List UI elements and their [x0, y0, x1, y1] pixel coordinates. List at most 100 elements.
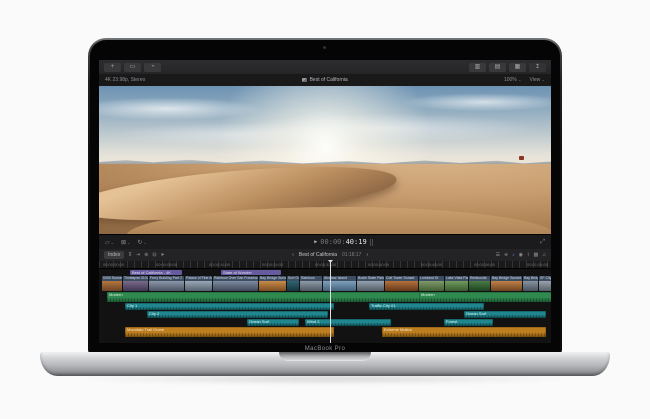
scene-sky [99, 86, 551, 167]
video-clip-thumbnail [102, 281, 122, 291]
waveform [247, 323, 299, 326]
chevron-down-icon: ⌄ [542, 77, 545, 82]
audio-clip[interactable]: Ocean Surf [247, 319, 299, 326]
video-clip[interactable]: Timelapse 0102 [123, 276, 148, 291]
ruler-label: 00:00:40:00 [368, 262, 389, 267]
chevron-down-icon: ⌄ [143, 240, 146, 245]
timeline-tracks: 0000 SunsetTimelapse 0102Ferry Building … [99, 269, 551, 343]
ruler-label: 00:00:48:00 [421, 262, 442, 267]
video-clip[interactable]: Surf Girl [287, 276, 299, 291]
video-clip[interactable]: Rainbow Over San Francisco [213, 276, 258, 291]
audio-meters-icon[interactable] [370, 239, 373, 246]
audio-clip[interactable]: City 2 [147, 311, 328, 318]
transform-tool-button[interactable]: ▱ ⌄ [105, 239, 114, 246]
ruler-label: 00:00:32:00 [315, 262, 336, 267]
connect-edit-button[interactable]: ⊼ [128, 252, 132, 258]
playhead[interactable] [330, 261, 331, 343]
video-clip[interactable]: Ferry Building Part 2 [149, 276, 184, 291]
effect-clip[interactable]: Extreme Motion [382, 327, 546, 337]
fullscreen-button[interactable]: ⤢ [540, 239, 545, 246]
waveform [444, 323, 493, 326]
insert-edit-button[interactable]: ⇥ [136, 252, 140, 258]
viewer-view-menu[interactable]: View ⌄ [530, 77, 546, 83]
video-clip[interactable]: Redwoods [469, 276, 490, 291]
video-clip-thumbnail [539, 281, 551, 291]
video-clip[interactable]: Bay Bridge [523, 276, 538, 291]
video-clip[interactable]: Lombard St [419, 276, 444, 291]
video-clip[interactable]: Alcatraz Island [323, 276, 356, 291]
ruler-label: 00:00:56:00 [474, 262, 495, 267]
viewer-zoom-menu[interactable]: 100% ⌄ [504, 77, 522, 83]
snapping-toggle-button[interactable]: ⌇ [527, 252, 529, 258]
browser-toggle-button[interactable]: ▥ [469, 63, 486, 72]
video-clip[interactable]: Rainbow [300, 276, 322, 291]
video-clip-thumbnail [213, 281, 258, 291]
overwrite-edit-button[interactable]: ⊟ [152, 252, 156, 258]
lid-notch [279, 352, 371, 361]
video-clip[interactable]: Bodie State Park [357, 276, 384, 291]
clip-appearance-button[interactable]: ☰ [496, 252, 500, 258]
waveform [382, 333, 546, 338]
append-edit-button[interactable]: ⊕ [144, 252, 148, 258]
index-button[interactable]: Index [104, 251, 124, 259]
audio-clip[interactable]: Forest [444, 319, 493, 326]
clapperboard-icon [302, 78, 307, 82]
retime-tool-button[interactable]: ↻ ⌄ [137, 239, 146, 246]
viewer-clip-info: 4K 23.98p, Stereo [105, 77, 145, 83]
audio-clip[interactable]: Ocean Surf [464, 311, 546, 318]
video-clip-thumbnail [445, 281, 468, 291]
ruler-label: 00:00:16:00 [209, 262, 230, 267]
audio-clip[interactable]: Traffic City 01 [369, 303, 484, 310]
video-clip-thumbnail [123, 281, 148, 291]
waveform [147, 315, 328, 318]
macbook-lid: +▭◔ ▥▤▦↥ 4K 23.98p, Stereo Best of Calif… [88, 38, 562, 354]
video-clip-thumbnail [491, 281, 522, 291]
chapter-marker[interactable]: State of Wonder [221, 270, 281, 275]
video-clip[interactable]: Bay Bridge Sunset 02 [491, 276, 522, 291]
video-clip-thumbnail [419, 281, 444, 291]
play-button[interactable]: ▶ [314, 239, 317, 245]
solo-toggle-button[interactable]: ◉ [519, 252, 523, 258]
audio-skimming-button[interactable]: ♪ [512, 252, 515, 258]
timeline-toolbar: Index ⊼⇥⊕⊟➤ ‹ Best of California 01:18:1… [99, 249, 551, 261]
waveform [419, 298, 551, 303]
background-tasks-button[interactable]: ◔ [144, 63, 161, 72]
next-project-button[interactable]: › [366, 252, 368, 258]
audio-clip[interactable]: Wind 2 [305, 319, 391, 326]
timeline-ruler[interactable]: 00:00:00:0000:00:08:0000:00:16:0000:00:2… [99, 261, 551, 269]
video-clip-thumbnail [300, 281, 322, 291]
video-clip[interactable]: Palace of Fine Arts [185, 276, 212, 291]
share-button[interactable]: ↥ [529, 63, 546, 72]
effect-clip[interactable]: Mountain Trail Drone [125, 327, 334, 337]
audio-clip[interactable]: City 1 [125, 303, 334, 310]
toolbar-left-group: +▭◔ [104, 63, 161, 72]
skimming-toggle-button[interactable]: ⌯ [504, 252, 508, 258]
video-clip[interactable]: Bay Bridge Sunset [259, 276, 286, 291]
timeline-toggle-button[interactable]: ▤ [489, 63, 506, 72]
waveform [305, 323, 391, 326]
timeline-project-title: Best of California [299, 252, 337, 258]
effects-browser-button[interactable]: ▩ [534, 252, 539, 258]
import-media-button[interactable]: + [104, 63, 121, 72]
tool-select-button[interactable]: ➤ [161, 252, 165, 258]
ruler-label: 00:00:00:00 [103, 262, 124, 267]
video-clip[interactable]: Coit Tower Sunset [385, 276, 418, 291]
ruler-label: 00:00:24:00 [262, 262, 283, 267]
music-clip[interactable]: Modern [107, 292, 422, 302]
chapter-marker[interactable]: Best of California - 4K [130, 270, 182, 275]
macbook-base [40, 352, 610, 376]
transport-bar: ▱ ⌄⊠ ⌄↻ ⌄ ▶ 00:00:40:19 ⤢ [99, 234, 551, 249]
viewer-project-title: Best of California [310, 77, 348, 83]
video-clip[interactable]: 0000 Sunset [102, 276, 122, 291]
video-clip-thumbnail [469, 281, 490, 291]
media-browser-button[interactable]: ♫ [542, 252, 546, 258]
keyword-editor-button[interactable]: ▭ [124, 63, 141, 72]
video-clip[interactable]: SF City [539, 276, 551, 291]
previous-project-button[interactable]: ‹ [292, 252, 294, 258]
inspector-toggle-button[interactable]: ▦ [509, 63, 526, 72]
video-clip[interactable]: Lake Vista Park [445, 276, 468, 291]
music-clip[interactable]: Modern [419, 292, 551, 302]
waveform [125, 307, 334, 310]
video-clip-thumbnail [323, 281, 356, 291]
crop-tool-button[interactable]: ⊠ ⌄ [121, 239, 130, 246]
